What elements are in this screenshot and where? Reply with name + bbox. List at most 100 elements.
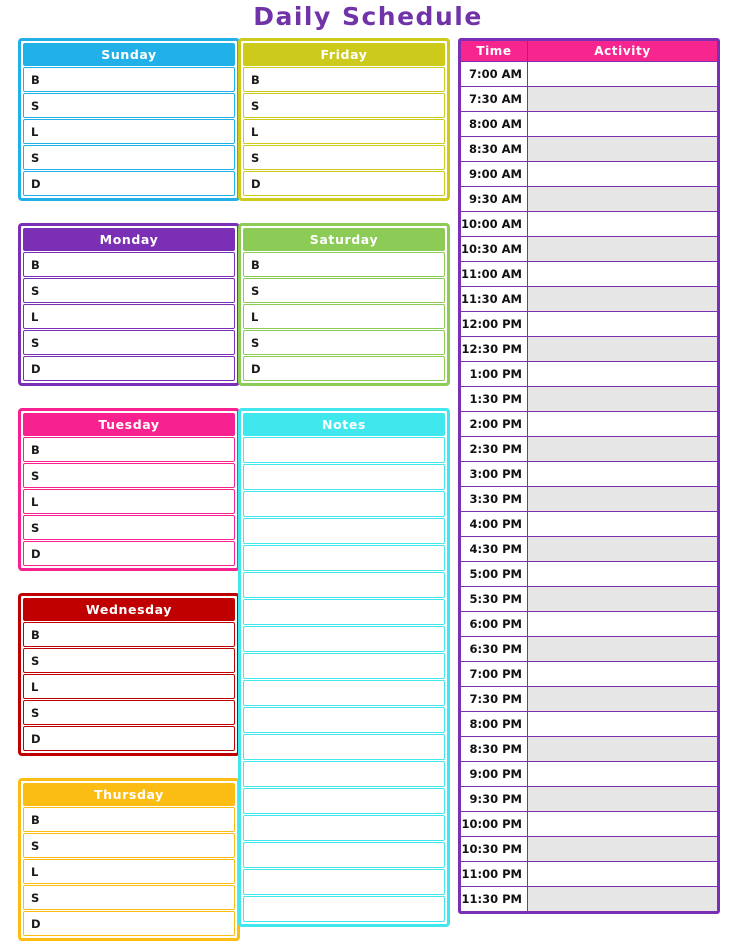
time-cell: 5:00 PM bbox=[461, 562, 527, 586]
notes-row[interactable] bbox=[243, 788, 445, 814]
time-cell: 7:00 PM bbox=[461, 662, 527, 686]
time-cell: 4:30 PM bbox=[461, 537, 527, 561]
activity-cell[interactable] bbox=[527, 612, 717, 636]
notes-row[interactable] bbox=[243, 761, 445, 787]
meal-row[interactable]: L bbox=[23, 119, 235, 144]
notes-row[interactable] bbox=[243, 545, 445, 571]
meal-row[interactable]: B bbox=[243, 252, 445, 277]
meal-row[interactable]: L bbox=[243, 304, 445, 329]
meal-row[interactable]: D bbox=[23, 356, 235, 381]
activity-cell[interactable] bbox=[527, 262, 717, 286]
time-cell: 8:30 PM bbox=[461, 737, 527, 761]
meal-row[interactable]: L bbox=[23, 859, 235, 884]
notes-row[interactable] bbox=[243, 680, 445, 706]
meal-row[interactable]: D bbox=[243, 171, 445, 196]
meal-row[interactable]: D bbox=[23, 541, 235, 566]
activity-cell[interactable] bbox=[527, 362, 717, 386]
activity-cell[interactable] bbox=[527, 212, 717, 236]
meal-row[interactable]: L bbox=[23, 489, 235, 514]
meal-row[interactable]: S bbox=[23, 648, 235, 673]
activity-cell[interactable] bbox=[527, 762, 717, 786]
meal-row[interactable]: D bbox=[23, 171, 235, 196]
schedule-row: 5:00 PM bbox=[461, 562, 717, 586]
meal-row[interactable]: S bbox=[243, 93, 445, 118]
activity-cell[interactable] bbox=[527, 187, 717, 211]
meal-row[interactable]: B bbox=[23, 437, 235, 462]
activity-cell[interactable] bbox=[527, 137, 717, 161]
schedule-row: 6:00 PM bbox=[461, 612, 717, 636]
activity-cell[interactable] bbox=[527, 562, 717, 586]
activity-cell[interactable] bbox=[527, 162, 717, 186]
meal-row[interactable]: B bbox=[23, 807, 235, 832]
activity-cell[interactable] bbox=[527, 462, 717, 486]
activity-cell[interactable] bbox=[527, 412, 717, 436]
activity-cell[interactable] bbox=[527, 837, 717, 861]
meal-row[interactable]: S bbox=[243, 278, 445, 303]
schedule-row: 7:00 PM bbox=[461, 662, 717, 686]
meal-row[interactable]: S bbox=[23, 515, 235, 540]
notes-row[interactable] bbox=[243, 464, 445, 490]
activity-cell[interactable] bbox=[527, 862, 717, 886]
activity-cell[interactable] bbox=[527, 812, 717, 836]
notes-row[interactable] bbox=[243, 815, 445, 841]
meal-row[interactable]: S bbox=[23, 93, 235, 118]
meal-row[interactable]: S bbox=[23, 278, 235, 303]
activity-cell[interactable] bbox=[527, 437, 717, 461]
activity-cell[interactable] bbox=[527, 87, 717, 111]
meal-row[interactable]: L bbox=[243, 119, 445, 144]
activity-cell[interactable] bbox=[527, 237, 717, 261]
activity-cell[interactable] bbox=[527, 787, 717, 811]
notes-row[interactable] bbox=[243, 707, 445, 733]
notes-row[interactable] bbox=[243, 842, 445, 868]
notes-row[interactable] bbox=[243, 653, 445, 679]
activity-cell[interactable] bbox=[527, 887, 717, 911]
time-cell: 8:30 AM bbox=[461, 137, 527, 161]
activity-cell[interactable] bbox=[527, 312, 717, 336]
notes-row[interactable] bbox=[243, 626, 445, 652]
activity-cell[interactable] bbox=[527, 737, 717, 761]
meal-row[interactable]: D bbox=[23, 726, 235, 751]
activity-cell[interactable] bbox=[527, 387, 717, 411]
activity-cell[interactable] bbox=[527, 587, 717, 611]
schedule-row: 8:00 AM bbox=[461, 112, 717, 136]
notes-row[interactable] bbox=[243, 437, 445, 463]
activity-cell[interactable] bbox=[527, 487, 717, 511]
notes-row[interactable] bbox=[243, 599, 445, 625]
activity-cell[interactable] bbox=[527, 62, 717, 86]
meal-row[interactable]: S bbox=[243, 330, 445, 355]
meal-row[interactable]: S bbox=[23, 145, 235, 170]
notes-row[interactable] bbox=[243, 491, 445, 517]
schedule-row: 7:30 AM bbox=[461, 87, 717, 111]
meal-row[interactable]: S bbox=[23, 700, 235, 725]
meal-rows: BSLSD bbox=[23, 437, 235, 566]
meal-row[interactable]: B bbox=[23, 622, 235, 647]
notes-row[interactable] bbox=[243, 734, 445, 760]
activity-cell[interactable] bbox=[527, 112, 717, 136]
meal-row[interactable]: B bbox=[243, 67, 445, 92]
activity-cell[interactable] bbox=[527, 337, 717, 361]
meal-row[interactable]: B bbox=[23, 67, 235, 92]
activity-cell[interactable] bbox=[527, 687, 717, 711]
meal-row[interactable]: D bbox=[23, 911, 235, 936]
meal-row[interactable]: L bbox=[23, 674, 235, 699]
activity-cell[interactable] bbox=[527, 662, 717, 686]
meal-row[interactable]: S bbox=[23, 330, 235, 355]
activity-cell[interactable] bbox=[527, 537, 717, 561]
notes-row[interactable] bbox=[243, 869, 445, 895]
notes-row[interactable] bbox=[243, 518, 445, 544]
activity-cell[interactable] bbox=[527, 512, 717, 536]
time-cell: 8:00 AM bbox=[461, 112, 527, 136]
meal-row[interactable]: S bbox=[23, 833, 235, 858]
meal-row[interactable]: S bbox=[243, 145, 445, 170]
meal-row[interactable]: B bbox=[23, 252, 235, 277]
activity-cell[interactable] bbox=[527, 712, 717, 736]
meal-row[interactable]: L bbox=[23, 304, 235, 329]
activity-cell[interactable] bbox=[527, 637, 717, 661]
activity-cell[interactable] bbox=[527, 287, 717, 311]
meal-row[interactable]: S bbox=[23, 885, 235, 910]
notes-row[interactable] bbox=[243, 572, 445, 598]
notes-row[interactable] bbox=[243, 896, 445, 922]
meal-row[interactable]: S bbox=[23, 463, 235, 488]
meal-row[interactable]: D bbox=[243, 356, 445, 381]
schedule-row: 10:00 AM bbox=[461, 212, 717, 236]
